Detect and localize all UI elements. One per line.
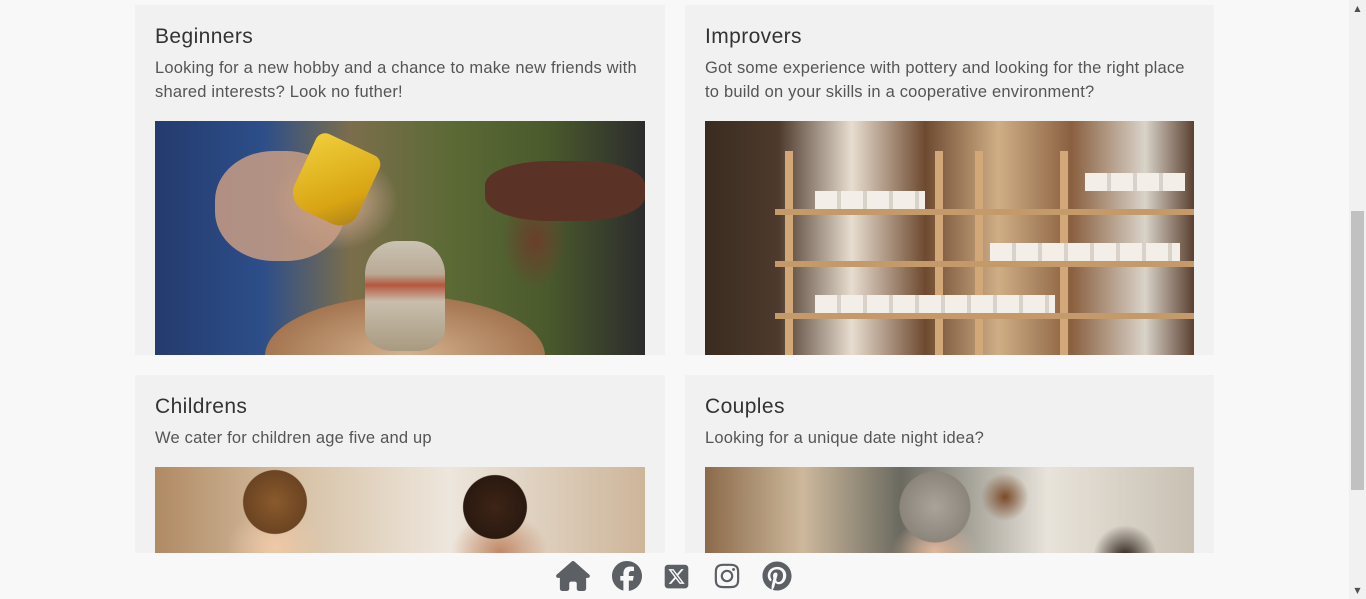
home-icon[interactable] [548, 556, 598, 596]
couples-photo [705, 467, 1194, 567]
card-title: Childrens [155, 395, 248, 418]
card-text: We cater for children age five and up [155, 429, 432, 447]
card-beginners: Beginners Looking for a new hobby and a … [135, 5, 665, 355]
card-text: Looking for a unique date night idea? [705, 429, 984, 447]
scroll-up-arrow[interactable]: ▲ [1349, 0, 1366, 17]
card-couples: Couples Looking for a unique date night … [685, 375, 1214, 575]
childrens-photo [155, 467, 645, 567]
card-title: Beginners [155, 25, 254, 48]
facebook-icon[interactable] [602, 556, 652, 596]
vertical-scrollbar[interactable]: ▲ ▼ [1349, 0, 1366, 599]
improvers-photo [705, 121, 1194, 355]
card-improvers: Improvers Got some experience with potte… [685, 5, 1214, 355]
instagram-icon[interactable] [702, 556, 752, 596]
bowls-stack [815, 295, 1055, 313]
card-text: Got some experience with pottery and loo… [705, 59, 1185, 101]
footer-social-bar [0, 553, 1349, 599]
vase-shape [365, 241, 445, 351]
card-title: Couples [705, 395, 785, 418]
pinterest-icon[interactable] [752, 556, 802, 596]
shelf-post [975, 151, 983, 355]
beginners-photo [155, 121, 645, 355]
shelf-post [935, 151, 943, 355]
bowls-stack [990, 243, 1180, 261]
card-title: Improvers [705, 25, 802, 48]
card-childrens: Childrens We cater for children age five… [135, 375, 665, 575]
bowls-stack [815, 191, 925, 209]
hand-shape [485, 161, 645, 221]
scrollbar-thumb[interactable] [1351, 211, 1364, 490]
scroll-down-arrow[interactable]: ▼ [1349, 582, 1366, 599]
shelf-board [775, 209, 1194, 215]
page-viewport: Beginners Looking for a new hobby and a … [0, 0, 1349, 599]
x-twitter-icon[interactable] [652, 556, 702, 596]
shelf-board [775, 261, 1194, 267]
card-text: Looking for a new hobby and a chance to … [155, 59, 637, 101]
shelf-post [785, 151, 793, 355]
shelf-board [775, 313, 1194, 319]
bowls-stack [1085, 173, 1185, 191]
